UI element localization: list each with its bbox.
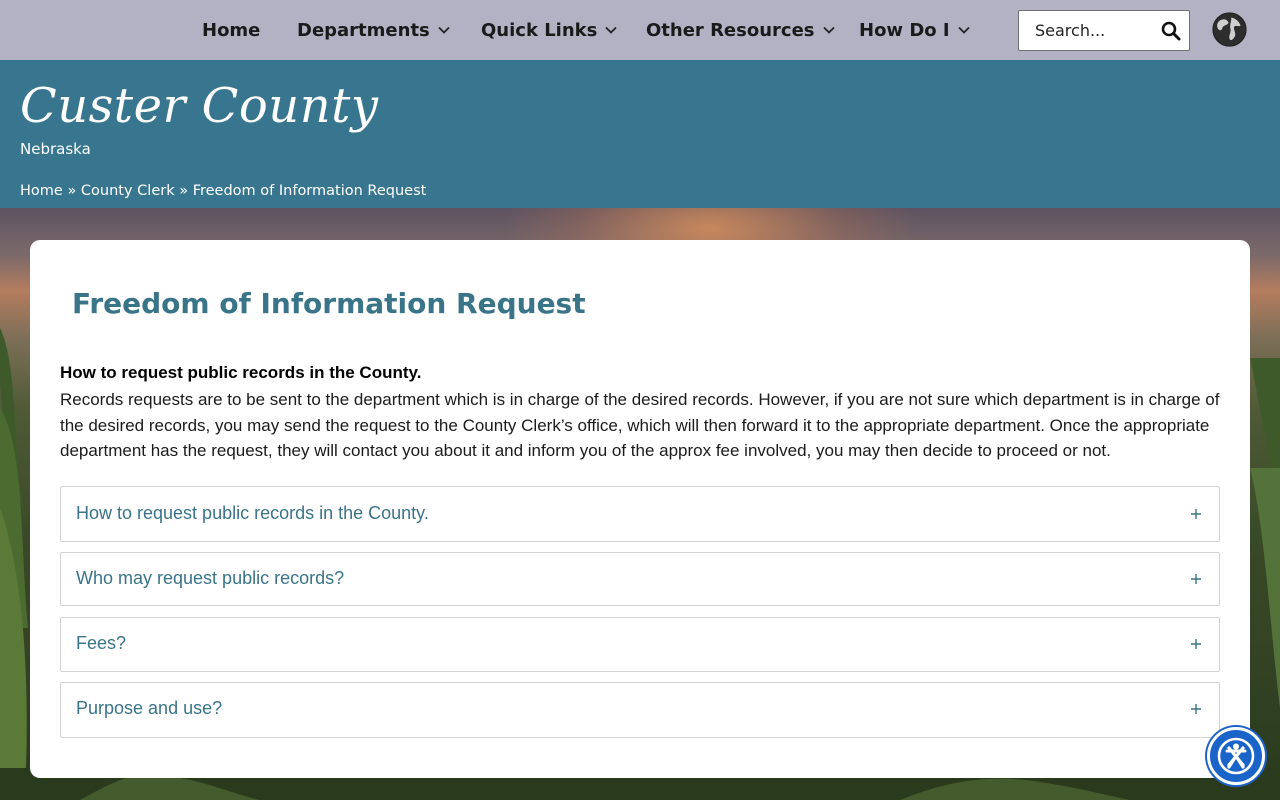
site-header: Custer County Nebraska Home » County Cle… [0,60,1280,208]
breadcrumb-county-clerk[interactable]: County Clerk [81,183,175,199]
nav-home[interactable]: Home [202,18,260,42]
plus-icon [1191,704,1201,714]
site-title[interactable]: Custer County [20,78,379,134]
chevron-down-icon [438,26,450,34]
accessibility-icon [1217,737,1255,775]
intro-heading: How to request public records in the Cou… [60,363,422,382]
search-box [1018,10,1190,51]
plus-icon [1191,509,1201,519]
nav-quick-links-label: Quick Links [481,19,598,41]
accordion-who-may-request[interactable]: Who may request public records? [60,552,1220,606]
nav-departments[interactable]: Departments [297,18,450,42]
nav-quick-links[interactable]: Quick Links [481,18,617,42]
nav-departments-label: Departments [297,19,430,41]
search-input[interactable] [1035,15,1165,46]
top-navigation: Home Departments Quick Links Other Resou… [0,0,1280,60]
accordion-label: Who may request public records? [76,568,345,588]
intro-text: Records requests are to be sent to the d… [60,390,1220,460]
accordion-fees[interactable]: Fees? [60,617,1220,672]
plus-icon [1191,574,1201,584]
nav-how-do-i-label: How Do I [859,19,950,41]
breadcrumb-separator: » [67,183,77,199]
globe-icon[interactable] [1211,11,1248,48]
nav-other-resources[interactable]: Other Resources [646,18,835,42]
chevron-down-icon [605,26,617,34]
accordion-how-to-request[interactable]: How to request public records in the Cou… [60,486,1220,542]
accordion-purpose-and-use[interactable]: Purpose and use? [60,682,1220,738]
accessibility-button[interactable] [1207,727,1265,785]
chevron-down-icon [822,26,835,34]
accordion-label: Fees? [76,633,127,653]
breadcrumb-home[interactable]: Home [20,183,63,199]
accordion-label: Purpose and use? [76,698,223,718]
breadcrumb-separator: » [179,183,189,199]
search-icon[interactable] [1161,21,1181,41]
content-card: Freedom of Information Request How to re… [30,240,1250,778]
nav-other-resources-label: Other Resources [646,19,815,41]
site-subtitle: Nebraska [20,140,91,158]
nav-home-label: Home [202,19,261,41]
breadcrumb-current: Freedom of Information Request [192,183,427,199]
accordion-label: How to request public records in the Cou… [76,503,429,523]
plus-icon [1191,639,1201,649]
nav-how-do-i[interactable]: How Do I [859,18,970,42]
breadcrumb: Home » County Clerk » Freedom of Informa… [20,183,426,199]
chevron-down-icon [957,26,970,34]
page-title: Freedom of Information Request [72,287,586,320]
